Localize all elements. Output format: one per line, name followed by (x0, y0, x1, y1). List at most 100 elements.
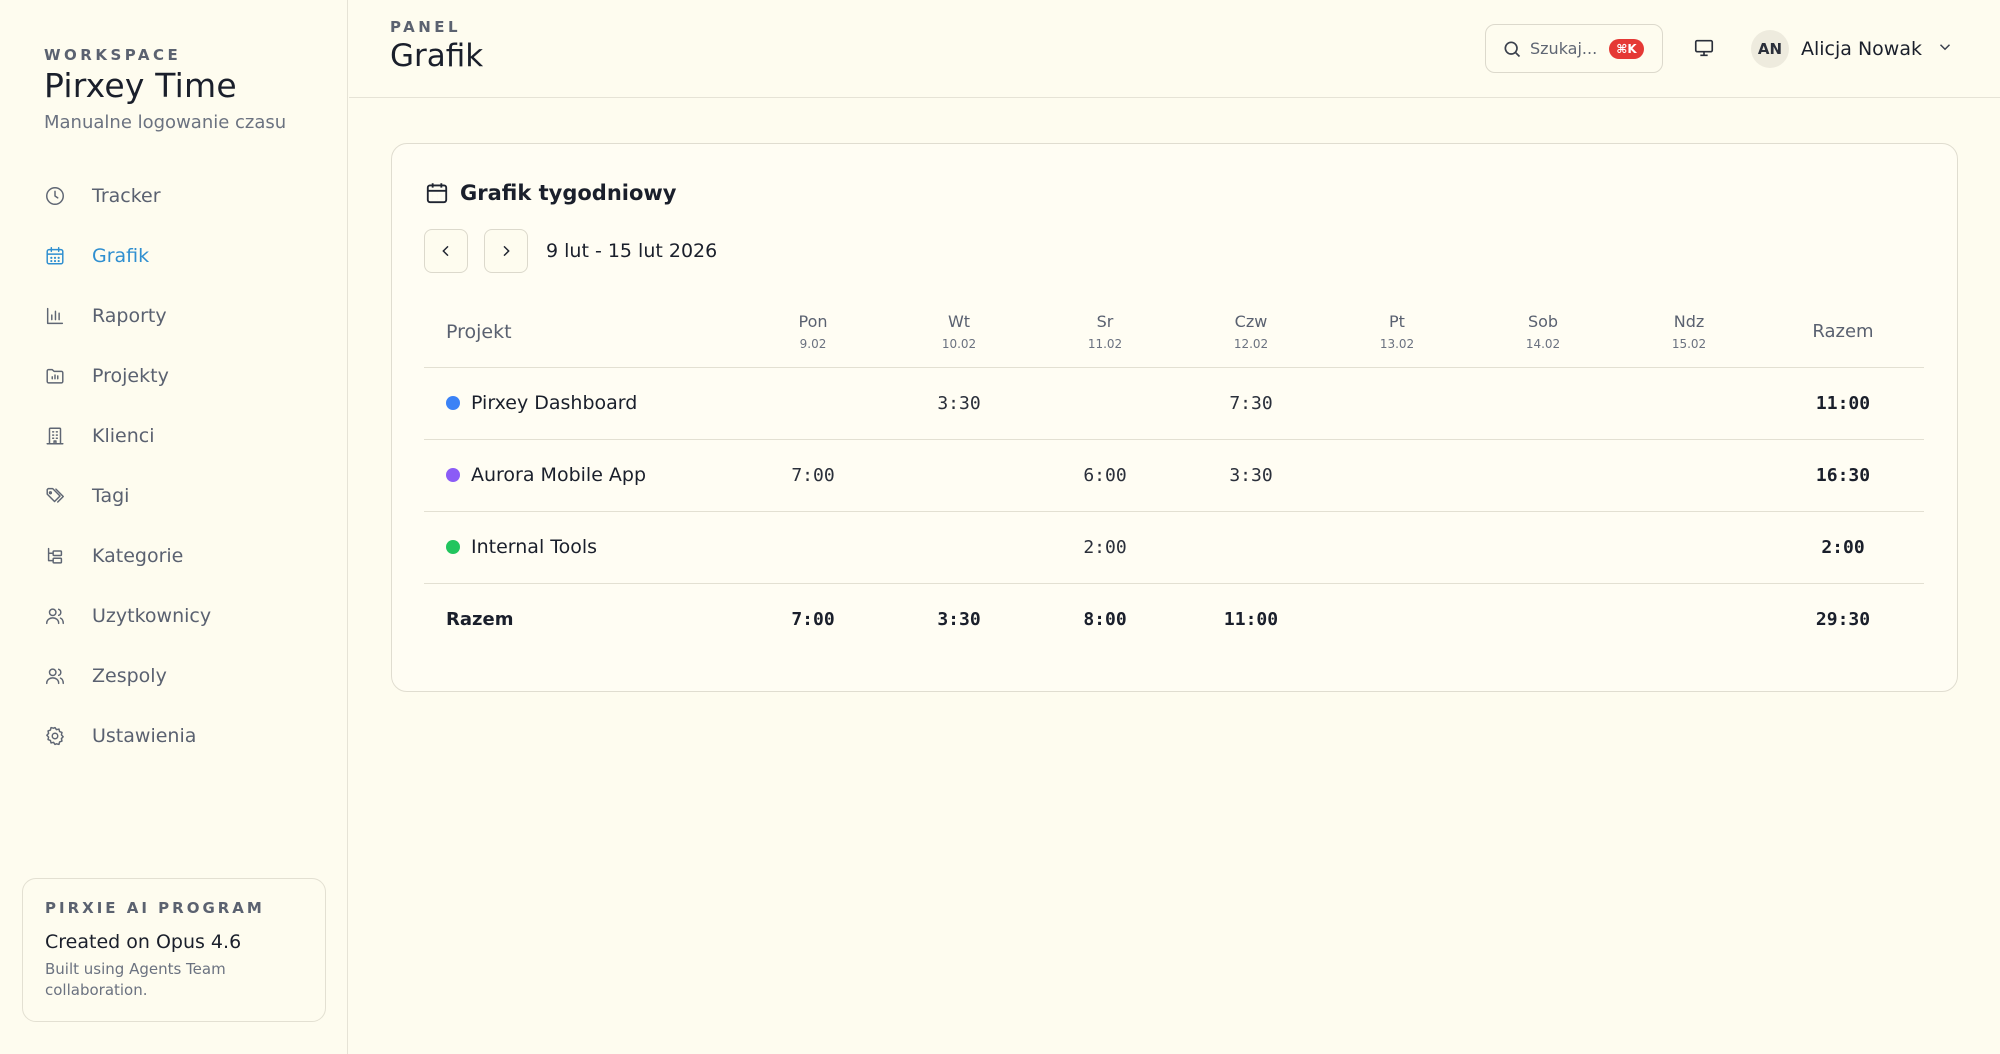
column-header-total: Razem (1762, 297, 1924, 368)
gear-icon (40, 721, 70, 751)
hours-cell[interactable] (740, 511, 886, 584)
section-label: PANEL (390, 18, 462, 36)
workspace-name: Pirxey Time (44, 66, 237, 105)
hours-cell[interactable]: 3:30 (1178, 439, 1324, 512)
sidebar-item-projekty[interactable]: Projekty (40, 346, 330, 406)
hours-cell[interactable]: 2:00 (1032, 511, 1178, 584)
hours-cell[interactable] (1324, 511, 1470, 584)
team-icon (40, 661, 70, 691)
search-placeholder: Szukaj... (1530, 39, 1598, 58)
row-total-cell: 16:30 (1762, 439, 1924, 512)
project-cell: Aurora Mobile App (424, 439, 740, 512)
hours-cell[interactable] (886, 511, 1032, 584)
calendar-icon (426, 183, 448, 204)
sidebar-item-label: Grafik (92, 245, 150, 267)
sidebar-item-label: Zespoly (92, 665, 167, 687)
totals-row: Razem 7:00 3:30 8:00 11:00 29:30 (424, 583, 1924, 655)
sidebar-item-raporty[interactable]: Raporty (40, 286, 330, 346)
tags-icon (40, 481, 70, 511)
totals-label: Razem (446, 608, 514, 630)
hours-cell[interactable] (1616, 367, 1762, 440)
sidebar-item-tagi[interactable]: Tagi (40, 466, 330, 526)
day-total-cell: 8:00 (1083, 608, 1127, 630)
card-header: Grafik tygodniowy (424, 180, 677, 206)
top-header: PANEL Grafik Szukaj... ⌘K AN Alicja Nowa… (349, 0, 2000, 98)
promo-card: PIRXIE AI PROGRAM Created on Opus 4.6 Bu… (22, 878, 326, 1022)
chevron-left-icon (442, 245, 449, 257)
workspace-label: WORKSPACE (44, 46, 182, 64)
sidebar-item-kategorie[interactable]: Kategorie (40, 526, 330, 586)
promo-title: Created on Opus 4.6 (45, 931, 242, 953)
hours-cell[interactable]: 7:30 (1178, 367, 1324, 440)
hours-cell[interactable] (886, 439, 1032, 512)
week-range: 9 lut - 15 lut 2026 (546, 240, 718, 262)
hours-cell[interactable] (1324, 367, 1470, 440)
promo-text: Built using Agents Team collaboration. (45, 960, 226, 999)
tree-icon (40, 541, 70, 571)
day-total-cell: 11:00 (1223, 608, 1279, 630)
column-header-day: Sob 14.02 (1470, 297, 1616, 368)
weekly-schedule-card: Grafik tygodniowy 9 lut - 15 lut 2026 Pr… (391, 143, 1958, 692)
hours-cell[interactable]: 6:00 (1032, 439, 1178, 512)
sidebar-item-uzytkownicy[interactable]: Uzytkownicy (40, 586, 330, 646)
avatar: AN (1751, 30, 1789, 68)
sidebar-item-label: Tagi (92, 485, 130, 507)
sidebar-item-klienci[interactable]: Klienci (40, 406, 330, 466)
table-row[interactable]: Aurora Mobile App 7:00 6:00 3:30 16:30 (424, 439, 1924, 512)
project-name: Internal Tools (471, 536, 598, 558)
clock-icon (40, 181, 70, 211)
promo-label: PIRXIE AI PROGRAM (45, 899, 265, 917)
sidebar-item-label: Tracker (92, 185, 161, 207)
table-row[interactable]: Pirxey Dashboard 3:30 7:30 11:00 (424, 367, 1924, 440)
next-week-button[interactable] (484, 229, 528, 273)
sidebar-item-grafik[interactable]: Grafik (40, 226, 330, 286)
sidebar-item-label: Kategorie (92, 545, 184, 567)
hours-cell[interactable]: 7:00 (740, 439, 886, 512)
project-color-dot (446, 468, 460, 482)
day-total-cell (1616, 583, 1762, 655)
row-total-cell: 2:00 (1762, 511, 1924, 584)
search-button[interactable]: Szukaj... ⌘K (1485, 24, 1663, 73)
sidebar-nav: Tracker Grafik Raporty Projekty Klienci (40, 166, 330, 766)
row-total-cell: 11:00 (1762, 367, 1924, 440)
column-header-project: Projekt (424, 297, 740, 368)
hours-cell[interactable] (1616, 439, 1762, 512)
week-navigation: 9 lut - 15 lut 2026 (424, 229, 717, 273)
user-name: Alicja Nowak (1801, 38, 1922, 60)
day-total-cell: 3:30 (937, 608, 981, 630)
hours-cell[interactable] (1470, 439, 1616, 512)
hours-cell[interactable]: 3:30 (886, 367, 1032, 440)
sidebar-item-tracker[interactable]: Tracker (40, 166, 330, 226)
project-color-dot (446, 396, 460, 410)
card-title: Grafik tygodniowy (460, 181, 677, 205)
hours-cell[interactable] (1032, 367, 1178, 440)
hours-cell[interactable] (1324, 439, 1470, 512)
sidebar-item-ustawienia[interactable]: Ustawienia (40, 706, 330, 766)
prev-week-button[interactable] (424, 229, 468, 273)
project-cell: Internal Tools (424, 511, 740, 584)
schedule-body: Pirxey Dashboard 3:30 7:30 11:00 Aurora Mobi… (424, 367, 1924, 655)
project-cell: Pirxey Dashboard (424, 367, 740, 440)
sidebar-item-label: Ustawienia (92, 725, 197, 747)
day-total-cell (1470, 583, 1616, 655)
sidebar: WORKSPACE Pirxey Time Manualne logowanie… (0, 0, 348, 1054)
day-total-cell: 7:00 (791, 608, 835, 630)
sidebar-item-zespoly[interactable]: Zespoly (40, 646, 330, 706)
table-header-row: Projekt Pon 9.02 Wt 10.02 Sr 11.02 Czw 12.02… (424, 297, 1924, 368)
table-row[interactable]: Internal Tools 2:00 2:00 (424, 511, 1924, 584)
sidebar-item-label: Projekty (92, 365, 169, 387)
hours-cell[interactable] (1470, 511, 1616, 584)
sidebar-item-label: Raporty (92, 305, 167, 327)
project-color-dot (446, 540, 460, 554)
building-icon (40, 421, 70, 451)
user-menu[interactable]: AN Alicja Nowak (1751, 29, 1954, 69)
column-header-day: Pt 13.02 (1324, 297, 1470, 368)
hours-cell[interactable] (1470, 367, 1616, 440)
hours-cell[interactable] (1616, 511, 1762, 584)
folder-chart-icon (40, 361, 70, 391)
hours-cell[interactable] (740, 367, 886, 440)
workspace-subtitle: Manualne logowanie czasu (44, 112, 287, 133)
chevron-right-icon (503, 245, 510, 257)
display-toggle-button[interactable] (1689, 33, 1719, 63)
hours-cell[interactable] (1178, 511, 1324, 584)
